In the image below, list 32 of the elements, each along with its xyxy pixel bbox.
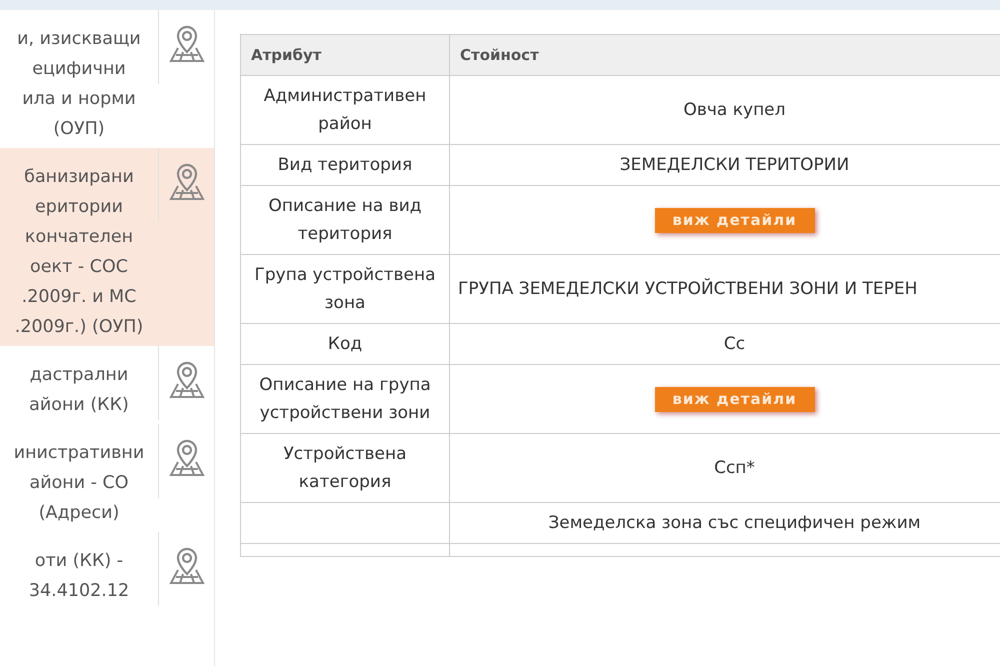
layer-name: .2009г. и МС <box>20 286 138 309</box>
layer-name: дастрални <box>28 364 130 387</box>
table-cell: Административен район <box>240 76 450 144</box>
layer-name: кончателен <box>24 226 134 249</box>
map-pin-icon[interactable] <box>168 24 206 64</box>
table-cell: Описание на група устройствени зони <box>240 364 450 434</box>
map-pin-icon[interactable] <box>168 438 206 478</box>
table-cell: Вид територия <box>240 144 450 186</box>
layer-name: и, изискващи <box>16 28 142 51</box>
column-header: Стойност <box>450 34 1000 76</box>
layer-name: оект - СОС <box>29 256 129 279</box>
table-cell: Устройствена категория <box>240 434 450 502</box>
column-header: Атрибут <box>240 34 450 76</box>
layer-name: .2009г.) (ОУП) <box>14 316 144 339</box>
layer-name: (Адреси) <box>38 502 120 525</box>
layer-name: банизирани <box>23 166 135 189</box>
layer-name: инистративни <box>12 442 146 465</box>
map-pin-icon[interactable] <box>168 162 206 202</box>
sidebar-item[interactable]: банизирани еритории кончателен оект - СОС .2009г. и МС .2009г.) (ОУП) <box>0 148 214 346</box>
layer-name: оти (КК) - <box>34 550 124 573</box>
map-pin-icon[interactable] <box>168 360 206 400</box>
layer-name: айони (КК) <box>28 394 130 417</box>
table-cell: Код <box>240 324 450 364</box>
layer-name: еритории <box>34 196 124 219</box>
layer-name: ецифични <box>31 58 127 81</box>
layer-name: ила и норми <box>21 88 137 111</box>
layer-name: 34.4102.12 <box>28 580 130 603</box>
map-pin-icon[interactable] <box>168 546 206 586</box>
table-cell: Група устройствена зона <box>240 254 450 324</box>
layer-name: (ОУП) <box>52 118 106 141</box>
table-cell: Описание на вид територия <box>240 186 450 254</box>
layer-name: айони - СО <box>28 472 130 495</box>
